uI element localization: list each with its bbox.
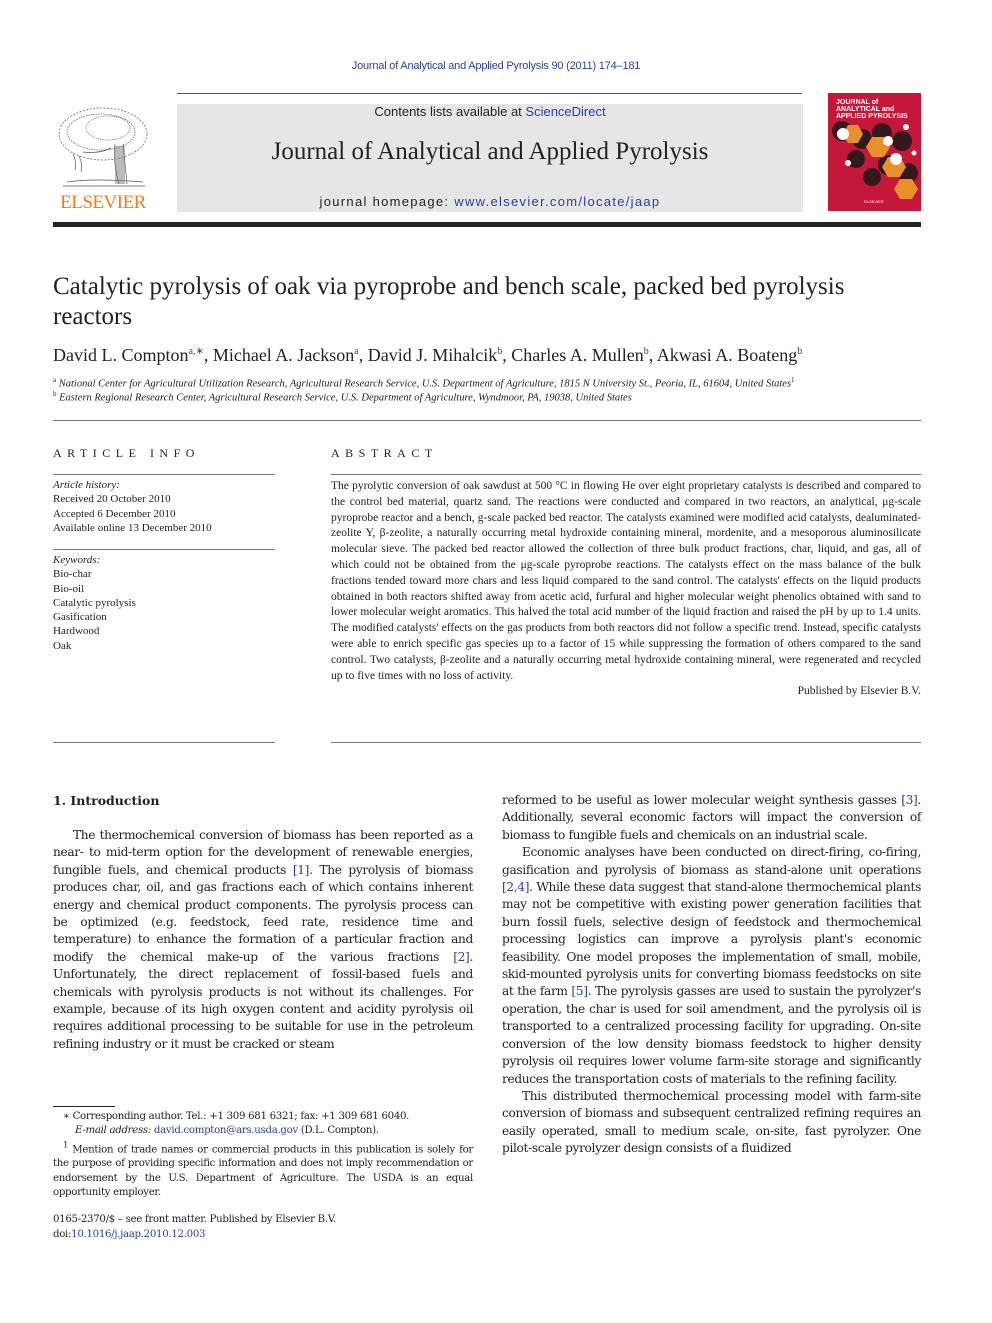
article-info-bottom-rule [53, 742, 275, 743]
author[interactable]: Akwasi A. Boatengb [657, 345, 802, 365]
keyword: Bio-oil [53, 582, 85, 595]
affiliation-a: a National Center for Agricultural Utili… [53, 376, 795, 390]
corresponding-author-note: ∗ Corresponding author. Tel.: +1 309 681… [63, 1111, 410, 1122]
body-paragraph: reformed to be useful as lower molecular… [502, 793, 921, 842]
elsevier-logo[interactable]: ELSEVIER [53, 104, 153, 214]
front-matter: 0165-2370/$ – see front matter. Publishe… [53, 1212, 473, 1242]
keyword: Bio-char [53, 568, 92, 581]
abstract-bottom-rule [331, 742, 921, 743]
elsevier-wordmark: ELSEVIER [60, 192, 146, 213]
journal-title: Journal of Analytical and Applied Pyroly… [271, 138, 709, 165]
usda-disclaimer-note: 1 Mention of trade names or commercial p… [53, 1140, 473, 1198]
body-paragraph: This distributed thermochemical processi… [502, 1088, 921, 1156]
elsevier-tree-icon [58, 107, 148, 187]
citation-link[interactable]: [2,4] [502, 880, 530, 894]
keywords-divider [53, 549, 275, 550]
author-list: David L. Comptona,∗, Michael A. Jacksona… [53, 345, 803, 365]
citation-link[interactable]: [1] [293, 863, 310, 877]
body-right-column: reformed to be useful as lower molecular… [502, 792, 921, 1158]
body-left-column: The thermochemical conversion of biomass… [53, 827, 473, 1053]
author[interactable]: David L. Comptona,∗ [53, 345, 204, 365]
affiliation-divider [53, 420, 921, 421]
contents-line: Contents lists available at ScienceDirec… [374, 104, 606, 119]
doi-link[interactable]: 10.1016/j.jaap.2010.12.003 [71, 1229, 205, 1240]
author[interactable]: David J. Mihalcikb [368, 345, 502, 365]
body-paragraph: Economic analyses have been conducted on… [502, 845, 921, 1086]
journal-homepage: journal homepage: www.elsevier.com/locat… [319, 194, 661, 209]
journal-banner: Contents lists available at ScienceDirec… [177, 104, 803, 212]
abstract-body: The pyrolytic conversion of oak sawdust … [331, 479, 921, 700]
keyword: Hardwood [53, 625, 100, 638]
article-title: Catalytic pyrolysis of oak via pyroprobe… [53, 273, 845, 330]
citation-link[interactable]: [2] [453, 950, 470, 964]
article-info-heading: ARTICLE INFO [53, 446, 200, 460]
sciencedirect-link[interactable]: ScienceDirect [525, 104, 605, 119]
accepted-date: Accepted 6 December 2010 [53, 507, 176, 520]
keyword: Oak [53, 639, 72, 652]
abstract-divider [331, 474, 921, 475]
doi-line: doi:10.1016/j.jaap.2010.12.003 [53, 1229, 206, 1240]
author[interactable]: Charles A. Mullenb [511, 345, 649, 365]
email-note: E-mail address: david.compton@ars.usda.g… [75, 1125, 379, 1137]
abstract-heading: ABSTRACT [331, 446, 438, 460]
article-history: Article history: Received 20 October 201… [53, 478, 275, 535]
keyword: Catalytic pyrolysis [53, 596, 136, 609]
homepage-link[interactable]: www.elsevier.com/locate/jaap [454, 194, 660, 209]
author[interactable]: Michael A. Jacksona [213, 345, 359, 365]
section-heading-introduction: 1. Introduction [53, 793, 160, 808]
masthead-divider [53, 222, 921, 227]
cover-title: JOURNAL of ANALYTICAL and APPLIED PYROLY… [836, 99, 908, 120]
affiliation-b: b Eastern Regional Research Center, Agri… [53, 390, 632, 404]
email-link[interactable]: david.compton@ars.usda.gov [154, 1125, 298, 1136]
running-head-citation[interactable]: Journal of Analytical and Applied Pyroly… [0, 60, 992, 72]
received-date: Received 20 October 2010 [53, 493, 171, 506]
svg-text:ELSEVIER: ELSEVIER [864, 199, 884, 204]
footnotes: ∗ Corresponding author. Tel.: +1 309 681… [53, 1110, 473, 1200]
issn-line: 0165-2370/$ – see front matter. Publishe… [53, 1214, 336, 1225]
keywords-list: Keywords: Bio-char Bio-oil Catalytic pyr… [53, 553, 275, 653]
keyword: Gasification [53, 611, 107, 624]
header-divider [177, 93, 802, 94]
citation-link[interactable]: [5] [571, 984, 588, 998]
footnote-divider [53, 1106, 115, 1107]
article-info-divider [53, 474, 275, 475]
online-date: Available online 13 December 2010 [53, 521, 212, 534]
body-paragraph: The thermochemical conversion of biomass… [53, 828, 473, 1051]
publisher-line: Published by Elsevier B.V. [797, 685, 921, 698]
journal-cover-thumbnail[interactable]: ELSEVIER JOURNAL of ANALYTICAL and APPLI… [828, 93, 921, 211]
citation-link[interactable]: [3] [901, 793, 918, 807]
